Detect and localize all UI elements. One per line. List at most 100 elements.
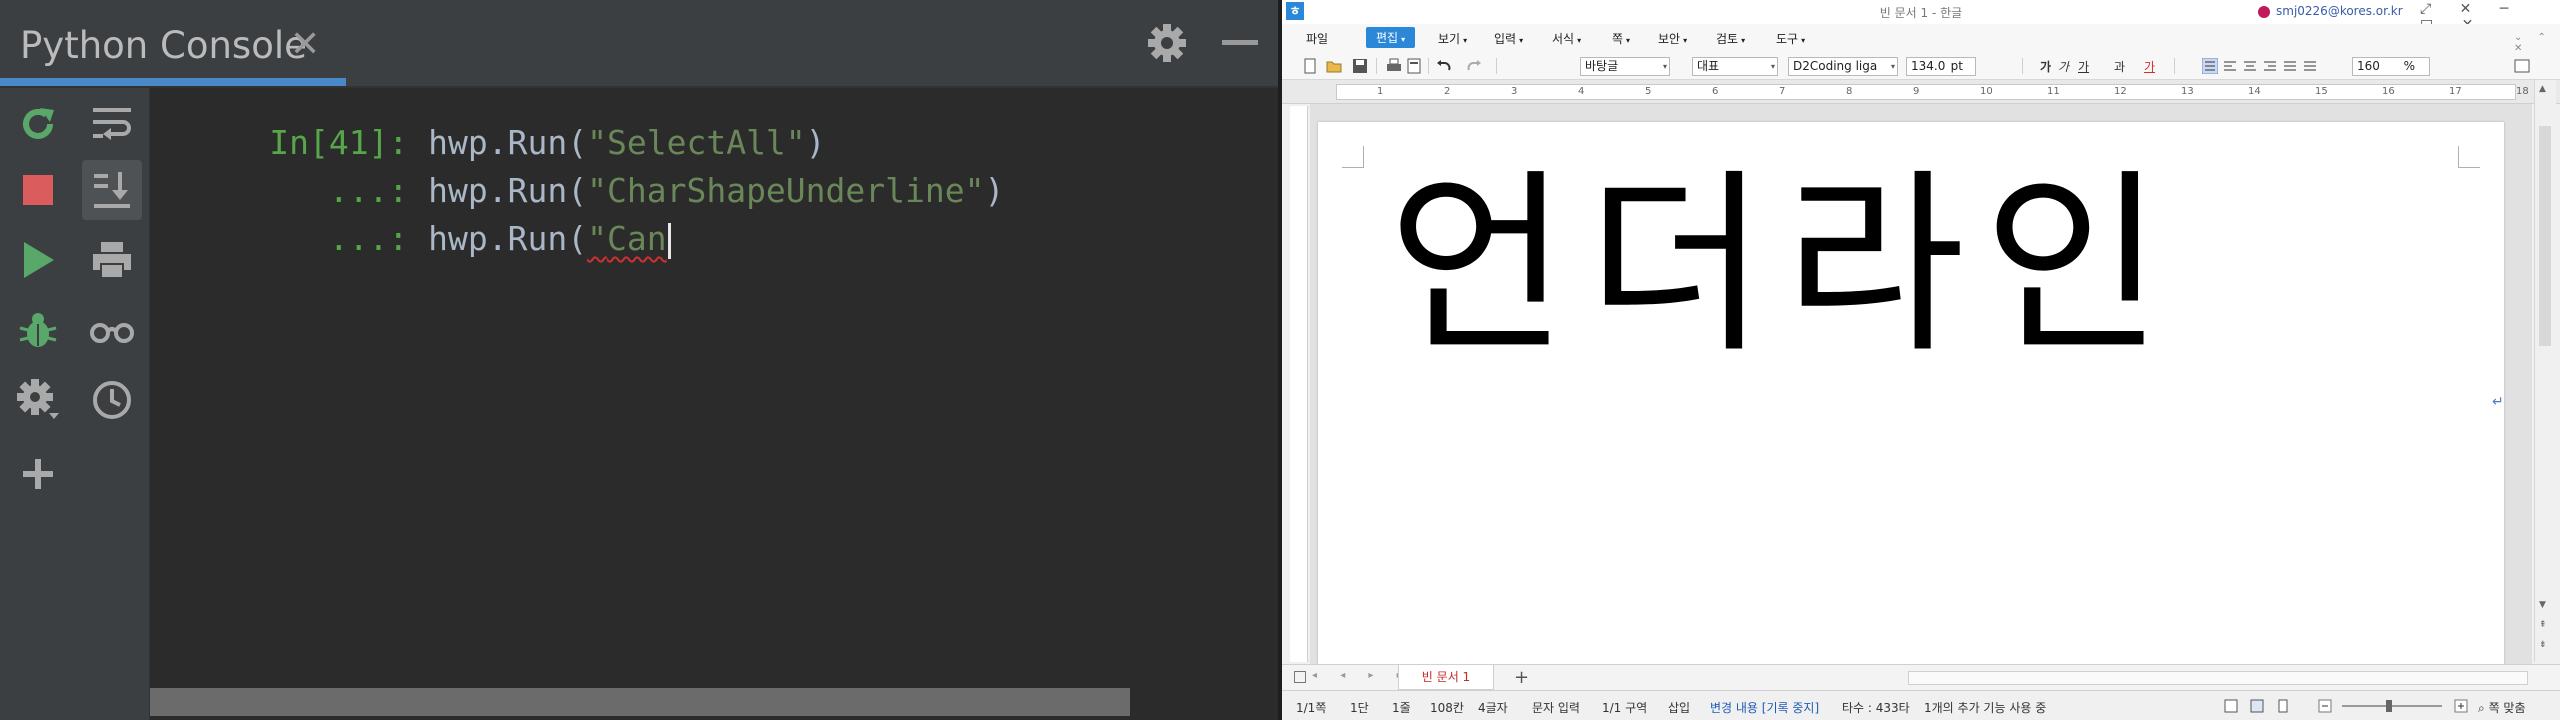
tab-list-icon[interactable] xyxy=(1294,671,1306,683)
vertical-scrollbar[interactable]: ▲ ▼ ⇞ ⇟ xyxy=(2534,80,2556,662)
vertical-ruler[interactable] xyxy=(1290,106,1308,662)
view-options-icon[interactable] xyxy=(2514,58,2530,74)
menu-format[interactable]: 서식 ▾ xyxy=(1552,30,1581,47)
status-input-mode: 문자 입력 xyxy=(1532,701,1580,715)
save-icon[interactable] xyxy=(1352,58,1368,74)
zoom-in-icon[interactable] xyxy=(2454,699,2470,715)
status-fit-page[interactable]: ⌕ 쪽 맞춤 xyxy=(2478,699,2526,716)
show-variables-icon[interactable] xyxy=(82,300,142,360)
ruler-number: 17 xyxy=(2449,86,2462,97)
font-color-button[interactable]: 가 xyxy=(2144,58,2155,75)
ribbon-controls[interactable]: ⌄ ⌃ ✕ xyxy=(2514,32,2560,54)
font-select[interactable]: D2Coding liga ▾ xyxy=(1788,57,1898,76)
code-string-quote: " xyxy=(587,219,607,258)
status-line: 1줄 xyxy=(1392,701,1411,715)
document-area[interactable]: 언더라인 ↵ xyxy=(1310,104,2532,664)
font-size-input[interactable]: 134.0 pt xyxy=(1906,57,1976,76)
status-insert-mode[interactable]: 삽입 xyxy=(1668,699,1690,716)
align-distribute-icon[interactable] xyxy=(2282,58,2298,74)
ruler-number: 2 xyxy=(1444,86,1451,97)
scroll-to-end-icon[interactable] xyxy=(82,160,142,220)
align-center-icon[interactable] xyxy=(2242,58,2258,74)
zoom-slider-knob[interactable] xyxy=(2386,700,2392,712)
console-input-line[interactable]: ...: hwp.Run("Can xyxy=(150,180,671,259)
menu-insert[interactable]: 입력 ▾ xyxy=(1494,30,1523,47)
menu-page[interactable]: 쪽 ▾ xyxy=(1612,30,1630,47)
scroll-down-icon[interactable]: ▼ xyxy=(2539,600,2546,610)
normal-view-icon[interactable] xyxy=(2224,699,2240,715)
align-split-icon[interactable] xyxy=(2302,58,2318,74)
account-email[interactable]: smj0226@kores.or.kr xyxy=(2276,4,2403,18)
language-select[interactable]: 대표 ▾ xyxy=(1692,57,1778,76)
zoom-input[interactable]: 160% xyxy=(2352,57,2430,76)
tab-python-console[interactable]: Python Console ✕ xyxy=(0,0,346,86)
rerun-icon[interactable] xyxy=(8,94,68,154)
font-size-unit: pt xyxy=(1950,59,1963,73)
menu-format-label: 서식 xyxy=(1552,32,1575,46)
redo-icon[interactable] xyxy=(1466,58,1482,74)
align-justify-icon[interactable] xyxy=(2202,58,2218,74)
menu-review-label: 검토 xyxy=(1716,32,1739,46)
minimize-icon[interactable] xyxy=(1222,40,1258,45)
document-text[interactable]: 언더라인 xyxy=(1388,168,2181,364)
settings-icon[interactable] xyxy=(8,370,68,430)
underline-button[interactable]: 가 xyxy=(2078,58,2089,75)
print-icon[interactable] xyxy=(82,230,142,290)
status-addins[interactable]: 1개의 추가 기능 사용 중 xyxy=(1924,699,2046,716)
tab-document-1[interactable]: 빈 문서 1 xyxy=(1398,665,1494,690)
strikethrough-button[interactable]: 과 xyxy=(2114,58,2125,75)
zoom-out-icon[interactable] xyxy=(2318,699,2334,715)
undo-icon[interactable] xyxy=(1436,58,1452,74)
horizontal-scroll-thumb[interactable] xyxy=(150,688,1130,716)
history-icon[interactable] xyxy=(82,370,142,430)
zoom-slider[interactable] xyxy=(2342,705,2442,707)
horizontal-ruler[interactable]: 1 2 3 4 5 6 7 8 9 10 11 12 13 14 15 16 17 18 xyxy=(1282,80,2560,104)
document-page[interactable]: 언더라인 ↵ xyxy=(1318,122,2504,664)
menu-file[interactable]: 파일 xyxy=(1306,30,1328,47)
status-page[interactable]: 1/1쪽 xyxy=(1296,699,1326,716)
zoom-value: 160 xyxy=(2357,59,2380,73)
scroll-up-icon[interactable]: ▲ xyxy=(2539,84,2546,94)
debug-icon[interactable] xyxy=(8,300,68,360)
gear-icon[interactable] xyxy=(1146,22,1188,64)
hwp-menubar: 파일 편집 ▾ 보기 ▾ 입력 ▾ 서식 ▾ 쪽 ▾ 보안 ▾ 검토 ▾ 도구 ▾ ⌄ ⌃ ✕ xyxy=(1282,24,2560,54)
document-horizontal-scrollbar[interactable] xyxy=(1908,671,2528,685)
new-document-icon[interactable] xyxy=(1302,58,1318,74)
account-avatar-icon[interactable] xyxy=(2258,6,2270,18)
bold-button[interactable]: 가 xyxy=(2040,58,2051,75)
code-text: ) xyxy=(984,171,1005,210)
soft-wrap-icon[interactable] xyxy=(82,94,142,154)
page-down-icon[interactable]: ⇟ xyxy=(2539,640,2547,650)
hwp-titlebar: ㅎ 빈 문서 1 - 한글 smj0226@kores.or.kr ⤢ ✕ ─ … xyxy=(1282,0,2560,33)
close-icon[interactable]: ✕ xyxy=(290,24,320,65)
menu-view[interactable]: 보기 ▾ xyxy=(1438,30,1467,47)
page-view-icon[interactable] xyxy=(2276,699,2292,715)
menu-edit[interactable]: 편집 ▾ xyxy=(1366,27,1416,48)
italic-button[interactable]: 가 xyxy=(2058,58,2069,75)
style-select[interactable]: 바탕글 ▾ xyxy=(1580,57,1670,76)
tab-navigation[interactable]: ◂ ◂ ▸ ▸ xyxy=(1312,670,1412,681)
toolbar-separator xyxy=(2174,58,2175,74)
align-right-icon[interactable] xyxy=(2262,58,2278,74)
run-icon[interactable] xyxy=(8,230,68,290)
add-tab-button[interactable]: + xyxy=(1514,667,1529,688)
status-track-changes[interactable]: 변경 내용 [기록 중지] xyxy=(1710,699,1819,716)
ruler-number: 11 xyxy=(2047,86,2060,97)
open-folder-icon[interactable] xyxy=(1326,58,1342,74)
statusbar: 1/1쪽 1단 1줄 108칸 4글자 문자 입력 1/1 구역 삽입 변경 내… xyxy=(1282,690,2560,720)
page-up-icon[interactable]: ⇞ xyxy=(2539,620,2547,630)
print-preview-icon[interactable] xyxy=(1406,58,1422,74)
web-view-icon[interactable] xyxy=(2250,699,2266,715)
add-icon[interactable] xyxy=(8,444,68,504)
print-icon[interactable] xyxy=(1386,58,1402,74)
vertical-scroll-thumb[interactable] xyxy=(2539,126,2551,346)
status-column: 1단 xyxy=(1350,701,1369,715)
align-left-icon[interactable] xyxy=(2222,58,2238,74)
stop-icon[interactable] xyxy=(8,160,68,220)
console-editor[interactable]: In[41]: hwp.Run("SelectAll") ...: hwp.Ru… xyxy=(150,88,1278,688)
menu-tools[interactable]: 도구 ▾ xyxy=(1776,30,1805,47)
horizontal-scrollbar[interactable] xyxy=(150,688,1278,716)
menu-tools-label: 도구 xyxy=(1776,32,1799,46)
menu-review[interactable]: 검토 ▾ xyxy=(1716,30,1745,47)
menu-security[interactable]: 보안 ▾ xyxy=(1658,30,1687,47)
